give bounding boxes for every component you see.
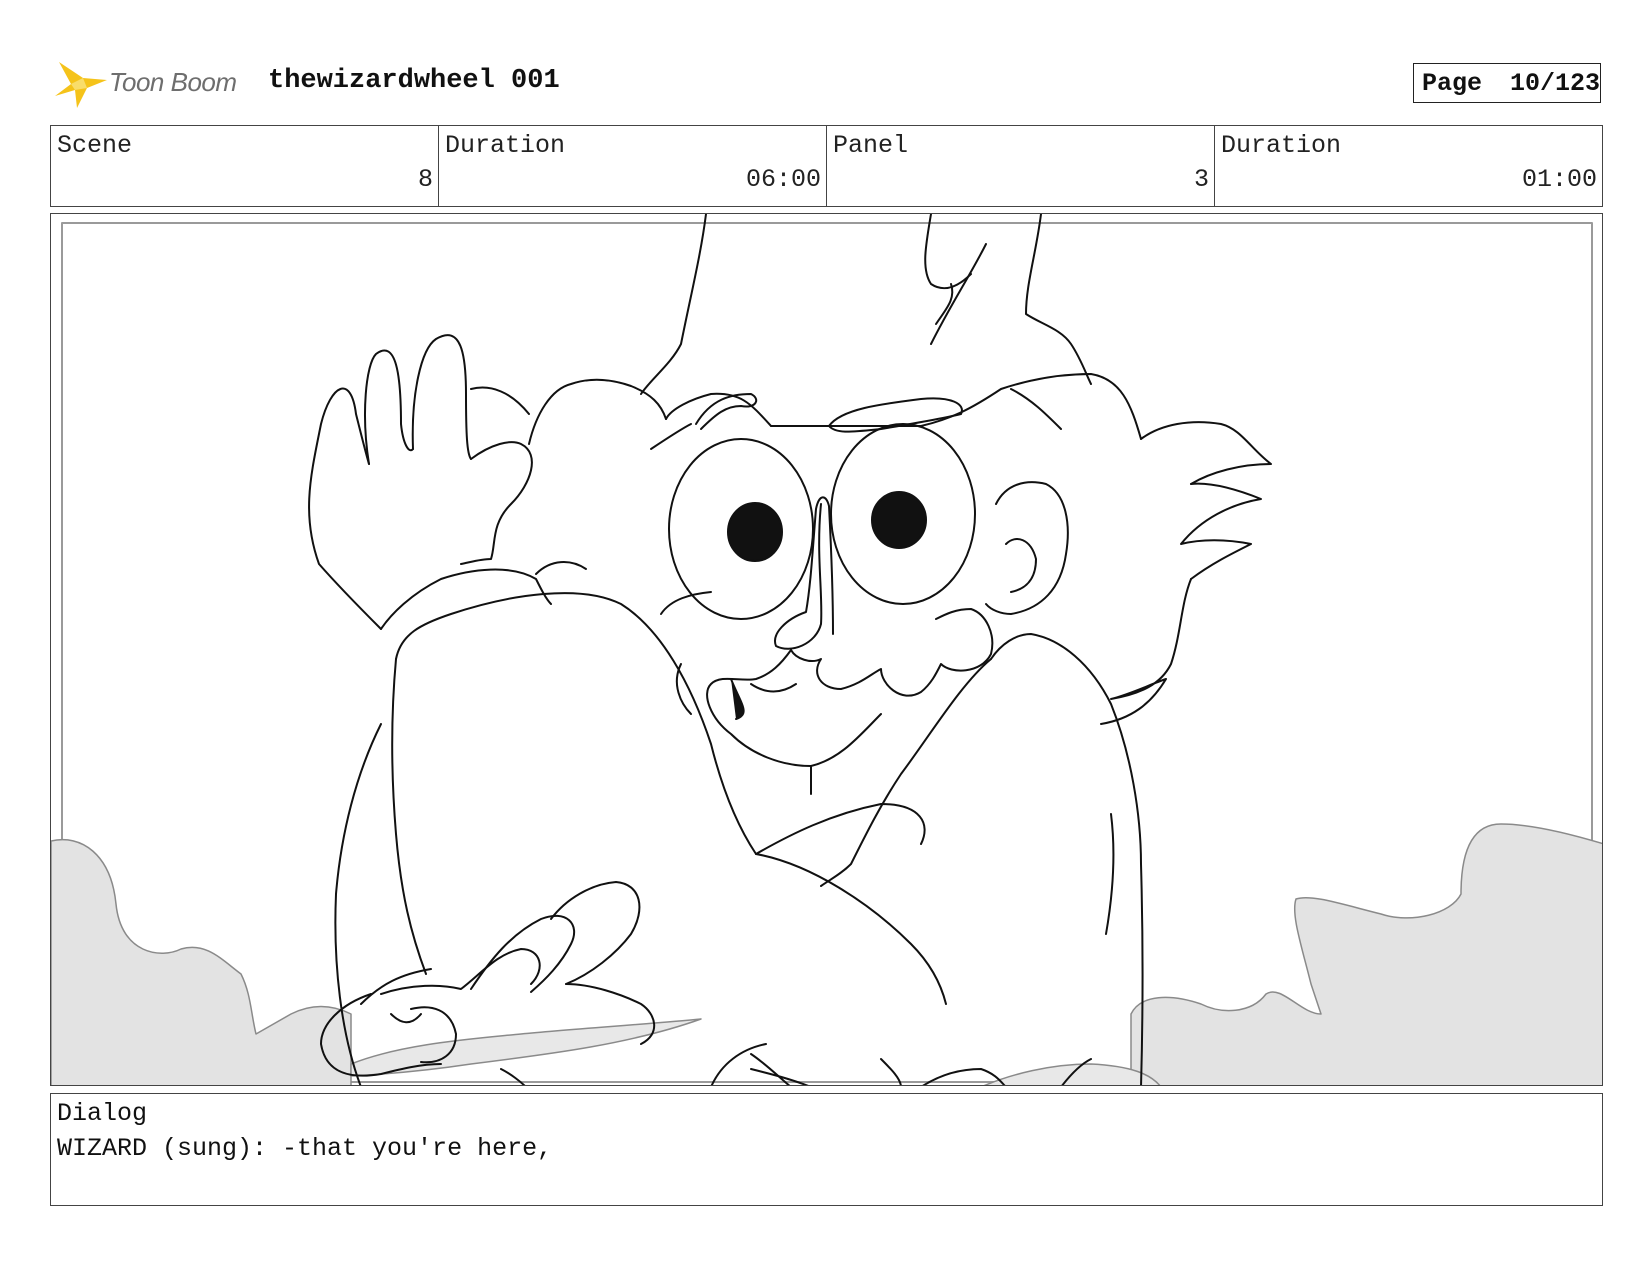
panel-cell: Panel 3 (827, 126, 1215, 206)
logo-text: Toon Boom (109, 67, 237, 97)
scene-duration-value: 06:00 (745, 165, 821, 194)
logo-star-icon (55, 62, 107, 108)
wizard-eyes (668, 423, 976, 620)
cloud-shapes (51, 823, 1602, 1085)
dialog-label: Dialog (57, 1099, 148, 1128)
panel-duration-cell: Duration 01:00 (1215, 126, 1602, 206)
scene-duration-label: Duration (445, 131, 566, 160)
dialog-text: WIZARD (sung): -that you're here, (57, 1134, 553, 1163)
page-label: Page (1422, 68, 1483, 98)
raised-hand (308, 334, 552, 630)
project-title: thewizardwheel 001 (268, 66, 560, 96)
panel-label: Panel (833, 131, 909, 160)
scene-duration-cell: Duration 06:00 (439, 126, 827, 206)
wizard-mustache-mouth (660, 591, 994, 795)
page-indicator: Page 10/123 (1413, 63, 1601, 103)
page-number: 10/123 (1510, 68, 1601, 98)
right-pupil (871, 491, 927, 549)
storyboard-panel (50, 213, 1603, 1086)
wizard-ear (985, 481, 1069, 615)
wizard-sketch-illustration (51, 214, 1602, 1085)
scene-label: Scene (57, 131, 133, 160)
left-pupil (727, 502, 783, 562)
panel-value: 3 (1193, 165, 1209, 194)
scene-cell: Scene 8 (51, 126, 439, 206)
wizard-arms (334, 592, 1144, 1085)
panel-duration-label: Duration (1221, 131, 1342, 160)
scene-info-row: Scene 8 Duration 06:00 Panel 3 Duration … (50, 125, 1603, 207)
wizard-head (528, 373, 1272, 725)
dialog-box: Dialog WIZARD (sung): -that you're here, (50, 1093, 1603, 1206)
panel-duration-value: 01:00 (1521, 165, 1597, 194)
scene-value: 8 (417, 165, 433, 194)
toon-boom-logo: Toon Boom (53, 58, 253, 112)
